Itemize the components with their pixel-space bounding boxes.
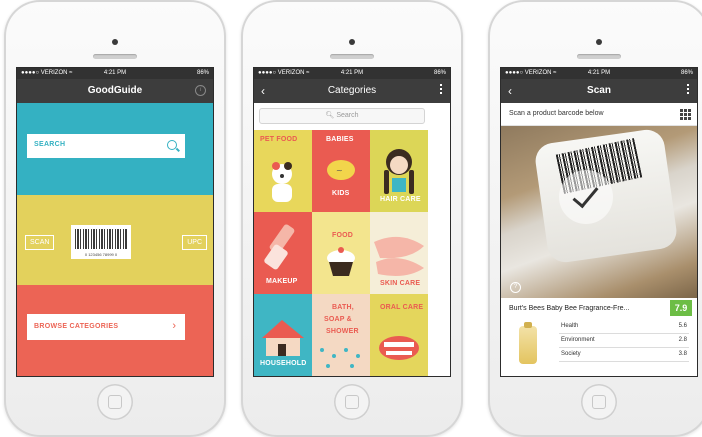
score-label: Society	[561, 351, 581, 357]
category-grid: PET FOOD BABIES ~ KIDS HAIR CARE MAKEUP …	[254, 130, 450, 376]
lemon-icon: ~	[327, 160, 355, 180]
score-table: Health 5.6 Environment 2.8 Society 3.8	[559, 320, 689, 362]
category-makeup[interactable]: MAKEUP	[254, 212, 312, 294]
earpiece-speaker	[330, 54, 374, 59]
product-thumbnail	[519, 322, 537, 364]
battery-level: 86%	[433, 70, 446, 76]
category-food[interactable]: FOOD	[312, 212, 370, 294]
earpiece-speaker	[93, 54, 137, 59]
nav-bar: ‹ Scan	[501, 79, 697, 103]
category-hair-care[interactable]: HAIR CARE	[370, 130, 428, 212]
app-title: GoodGuide	[87, 85, 143, 96]
water-drops-icon	[320, 348, 360, 368]
phone-goodguide-home: ●●●●○ VERIZON ≈ 4:21 PM 86% GoodGuide i …	[4, 0, 226, 437]
battery-level: 86%	[196, 70, 209, 76]
scan-instruction-bar: Scan a product barcode below	[501, 103, 697, 126]
barcode-icon[interactable]: 0 123456 78999 0	[71, 225, 131, 259]
category-label: SKIN CARE	[380, 280, 421, 287]
dog-icon	[272, 162, 292, 202]
clock: 4:21 PM	[587, 70, 611, 76]
score-row-society: Society 3.8	[559, 348, 689, 362]
search-label: SEARCH	[34, 141, 66, 148]
category-label: MAKEUP	[266, 278, 298, 285]
page-indicator	[501, 369, 697, 376]
category-label: HOUSEHOLD	[260, 360, 307, 367]
category-label: HAIR CARE	[380, 196, 421, 203]
score-label: Health	[561, 323, 579, 329]
cupcake-icon	[327, 247, 355, 276]
barcode-digits: 0 123456 78999 0	[84, 252, 118, 257]
status-bar: ●●●●○ VERIZON ≈ 4:21 PM 86%	[501, 68, 697, 79]
front-camera	[596, 39, 602, 45]
screen-scan: ●●●●○ VERIZON ≈ 4:21 PM 86% ‹ Scan Scan …	[500, 67, 698, 377]
front-camera	[349, 39, 355, 45]
search-bar: 🔍︎ Search	[254, 103, 450, 127]
overall-score-badge: 7.9	[670, 300, 692, 316]
home-button[interactable]	[334, 384, 370, 420]
category-sublabel: KIDS	[332, 190, 350, 197]
svg-text:~: ~	[336, 166, 343, 175]
category-pet-food[interactable]: PET FOOD	[254, 130, 312, 212]
browse-band: BROWSE CATEGORIES ›	[17, 285, 213, 376]
product-card[interactable]: Burt's Bees Baby Bee Fragrance-Fre... 7.…	[501, 298, 697, 376]
page-title: Scan	[587, 85, 611, 96]
barcode-lines	[75, 229, 127, 249]
status-bar: ●●●●○ VERIZON ≈ 4:21 PM 86%	[254, 68, 450, 79]
earpiece-speaker	[577, 54, 621, 59]
camera-viewfinder[interactable]: ?	[501, 126, 697, 298]
phone-scan: ●●●●○ VERIZON ≈ 4:21 PM 86% ‹ Scan Scan …	[488, 0, 702, 437]
category-skin-care[interactable]: SKIN CARE	[370, 212, 428, 294]
category-bath-soap-shower[interactable]: BATH, SOAP & SHOWER	[312, 294, 370, 376]
mouth-icon	[379, 336, 419, 360]
category-household[interactable]: HOUSEHOLD	[254, 294, 312, 376]
browse-categories-button[interactable]: BROWSE CATEGORIES ›	[27, 314, 185, 340]
nav-bar: ‹ Categories	[254, 79, 450, 103]
page-title: Categories	[327, 85, 377, 96]
score-label: Environment	[561, 337, 595, 343]
category-oral-care[interactable]: ORAL CARE	[370, 294, 428, 376]
nav-bar: GoodGuide i	[17, 79, 213, 103]
score-value: 3.8	[678, 351, 687, 357]
front-camera	[112, 39, 118, 45]
more-menu-icon[interactable]	[687, 84, 689, 96]
scan-row: SCAN 0 123456 78999 0 UPC	[17, 225, 213, 259]
browse-label: BROWSE CATEGORIES	[34, 323, 119, 330]
search-placeholder: 🔍︎ Search	[325, 112, 359, 119]
score-value: 5.6	[678, 323, 687, 329]
screen-categories: ●●●●○ VERIZON ≈ 4:21 PM 86% ‹ Categories…	[253, 67, 451, 377]
clock: 4:21 PM	[340, 70, 364, 76]
clock: 4:21 PM	[103, 70, 127, 76]
score-row-environment: Environment 2.8	[559, 334, 689, 348]
score-row-health: Health 5.6	[559, 320, 689, 334]
scan-tag: SCAN	[25, 235, 55, 250]
product-name: Burt's Bees Baby Bee Fragrance-Fre...	[509, 305, 630, 312]
home-button[interactable]	[581, 384, 617, 420]
category-search-input[interactable]: 🔍︎ Search	[259, 108, 425, 124]
checkmark-icon	[559, 170, 613, 224]
home-button[interactable]	[97, 384, 133, 420]
more-menu-icon[interactable]	[440, 84, 442, 96]
chevron-right-icon: ›	[172, 320, 176, 332]
battery-level: 86%	[680, 70, 693, 76]
upc-tag: UPC	[182, 235, 207, 250]
screen-home: ●●●●○ VERIZON ≈ 4:21 PM 86% GoodGuide i …	[16, 67, 214, 377]
help-icon[interactable]: ?	[510, 282, 521, 293]
search-icon	[167, 140, 177, 150]
score-value: 2.8	[678, 337, 687, 343]
scan-band[interactable]: SCAN 0 123456 78999 0 UPC	[17, 195, 213, 285]
status-bar: ●●●●○ VERIZON ≈ 4:21 PM 86%	[17, 68, 213, 79]
search-button[interactable]: SEARCH	[27, 134, 185, 158]
phone-categories: ●●●●○ VERIZON ≈ 4:21 PM 86% ‹ Categories…	[241, 0, 463, 437]
info-icon[interactable]: i	[195, 85, 206, 96]
scan-instruction: Scan a product barcode below	[509, 110, 604, 117]
search-band: SEARCH	[17, 103, 213, 195]
category-babies-kids[interactable]: BABIES ~ KIDS	[312, 130, 370, 212]
grid-view-icon[interactable]	[680, 109, 691, 120]
